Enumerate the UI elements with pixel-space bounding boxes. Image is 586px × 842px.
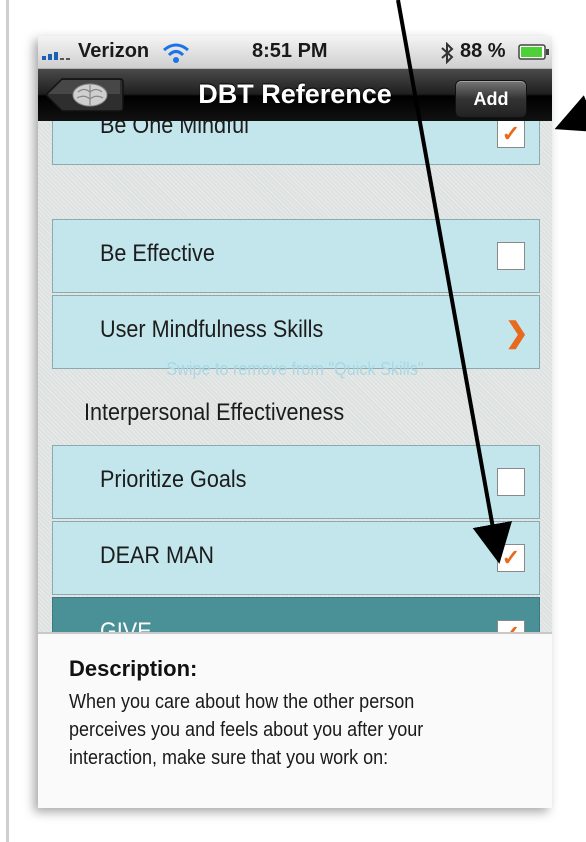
arrow-to-add-icon: [554, 95, 586, 133]
annotation-arrows: [396, 0, 586, 564]
arrow-to-checkbox-icon: [396, 0, 513, 564]
